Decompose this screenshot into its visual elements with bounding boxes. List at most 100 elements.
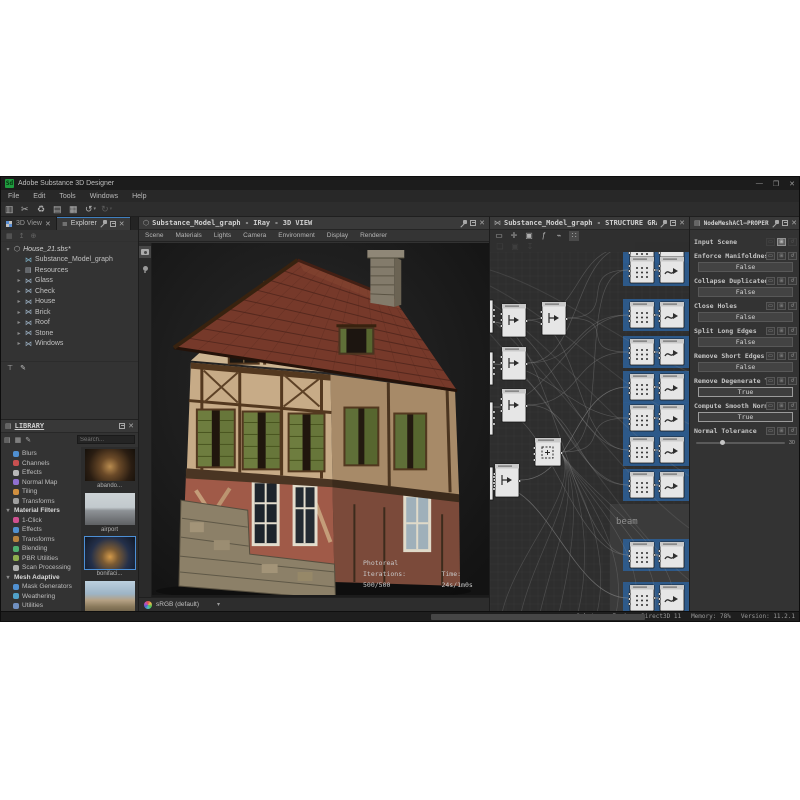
tree-item-house[interactable]: ▸⋈House	[1, 297, 138, 308]
close-icon[interactable]: ✕	[45, 220, 51, 228]
camera-icon[interactable]: ▣	[524, 231, 534, 241]
cut-icon[interactable]: ✂	[21, 203, 32, 215]
3d-menu-lights[interactable]: Lights	[208, 232, 237, 239]
reset-icon[interactable]: ↺	[788, 402, 797, 410]
3d-menu-renderer[interactable]: Renderer	[354, 232, 393, 239]
library-category-utilities[interactable]: Utilities	[1, 601, 80, 611]
library-category-mesh-adaptive[interactable]: ▾Mesh Adaptive	[1, 573, 80, 583]
split-view-icon[interactable]: ▥	[5, 203, 16, 215]
default-value-icon[interactable]: ⊞	[777, 327, 786, 335]
pin-icon[interactable]	[772, 220, 779, 227]
expose-icon[interactable]: ▭	[766, 302, 775, 310]
menu-edit[interactable]: Edit	[26, 193, 52, 200]
reset-icon[interactable]: ↺	[788, 238, 797, 246]
expose-icon[interactable]: ▭	[766, 402, 775, 410]
tree-root[interactable]: ▾⬡House_21.sbs*	[1, 244, 138, 255]
library-category-channels[interactable]: Channels	[1, 459, 80, 469]
slider-knob[interactable]	[720, 440, 725, 445]
pen-icon[interactable]: ✎	[20, 364, 26, 372]
param-slider-normal-tolerance[interactable]: 30	[696, 439, 795, 447]
reset-icon[interactable]: ↺	[788, 252, 797, 260]
graph-node[interactable]	[628, 339, 656, 365]
library-category-material-filters[interactable]: ▾Material Filters	[1, 506, 80, 516]
graph-node[interactable]	[493, 464, 521, 497]
tree-item-windows[interactable]: ▸⋈Windows	[1, 339, 138, 350]
undock-icon[interactable]	[470, 220, 476, 226]
reset-icon[interactable]: ↺	[788, 302, 797, 310]
camera-icon[interactable]	[139, 246, 151, 258]
param-value-button[interactable]: False	[698, 287, 793, 297]
graph-node[interactable]	[533, 438, 563, 466]
library-category-blurs[interactable]: Blurs	[1, 449, 80, 459]
chevron-down-icon[interactable]: ▾	[5, 246, 11, 253]
filter-icon[interactable]: ⊤	[7, 364, 13, 372]
graph-node[interactable]	[658, 542, 684, 568]
param-value-button[interactable]: False	[698, 362, 793, 372]
node-layout-icon[interactable]: ∷	[569, 231, 579, 241]
graph-node[interactable]	[500, 389, 528, 422]
graph-node[interactable]	[628, 257, 656, 283]
library-search-input[interactable]	[77, 435, 135, 444]
redo-icon[interactable]: ↻▾	[101, 203, 112, 215]
library-category-weathering[interactable]: Weathering	[1, 592, 80, 602]
export-icon[interactable]: ♻	[37, 203, 48, 215]
tree-item-roof[interactable]: ▸⋈Roof	[1, 318, 138, 329]
library-category-transforms[interactable]: Transforms	[1, 535, 80, 545]
pin-icon[interactable]	[100, 220, 107, 227]
chevron-right-icon[interactable]: ▸	[16, 288, 22, 295]
graph-node[interactable]	[658, 405, 684, 431]
pin-icon[interactable]	[460, 220, 467, 227]
3d-menu-display[interactable]: Display	[321, 232, 354, 239]
graph-node[interactable]	[628, 374, 656, 400]
chevron-down-icon[interactable]: ▾	[217, 601, 220, 608]
library-category-1-click[interactable]: 1-Click	[1, 516, 80, 526]
graph-node[interactable]	[658, 437, 684, 463]
minimize-button[interactable]: —	[756, 180, 763, 188]
export-package-icon[interactable]: ↥	[19, 232, 25, 240]
graph-node[interactable]	[500, 347, 528, 380]
slider-track[interactable]	[696, 442, 785, 444]
graph-node[interactable]	[658, 374, 684, 400]
view-mode-icon[interactable]: ▦	[15, 436, 22, 444]
reset-icon[interactable]: ↺	[788, 277, 797, 285]
chevron-right-icon[interactable]: ▸	[16, 319, 22, 326]
expose-icon[interactable]: ▭	[766, 377, 775, 385]
default-value-icon[interactable]: ⊞	[777, 402, 786, 410]
expose-icon[interactable]: ▭	[766, 327, 775, 335]
library-category-pbr-utilities[interactable]: PBR Utilities	[1, 554, 80, 564]
tab-explorer[interactable]: ≣ Explorer ✕	[57, 217, 131, 230]
reset-icon[interactable]: ↺	[788, 327, 797, 335]
reset-icon[interactable]: ↺	[788, 427, 797, 435]
library-category-normal-map[interactable]: Normal Map	[1, 478, 80, 488]
expose-icon[interactable]: ▭	[766, 238, 775, 246]
param-value-button[interactable]: False	[698, 262, 793, 272]
library-category-tiling[interactable]: Tiling	[1, 487, 80, 497]
chevron-icon[interactable]: ▾	[5, 507, 11, 514]
tree-item-glass[interactable]: ▸⋈Glass	[1, 276, 138, 287]
chevron-right-icon[interactable]: ▸	[16, 298, 22, 305]
default-value-icon[interactable]: ⊞	[777, 277, 786, 285]
default-value-icon[interactable]: ⊞	[777, 427, 786, 435]
menu-windows[interactable]: Windows	[83, 193, 125, 200]
graph-node[interactable]	[628, 405, 656, 431]
library-category-mask-generators[interactable]: Mask Generators	[1, 582, 80, 592]
tree-item-stone[interactable]: ▸⋈Stone	[1, 328, 138, 339]
chevron-right-icon[interactable]: ▸	[16, 309, 22, 316]
tree-item-brick[interactable]: ▸⋈Brick	[1, 307, 138, 318]
graph-node[interactable]	[658, 472, 684, 498]
pin-node-icon[interactable]: ↧	[525, 242, 535, 252]
hdri-thumbnail-0[interactable]: abando...	[85, 449, 135, 491]
expose-icon[interactable]: ▭	[766, 252, 775, 260]
default-value-icon[interactable]: ⊞	[777, 238, 786, 246]
comment-icon[interactable]: ❏	[495, 242, 505, 252]
3d-menu-materials[interactable]: Materials	[169, 232, 207, 239]
default-value-icon[interactable]: ⊞	[777, 377, 786, 385]
default-value-icon[interactable]: ⊞	[777, 352, 786, 360]
graph-node[interactable]	[500, 304, 528, 337]
new-folder-icon[interactable]: ▤	[4, 436, 11, 444]
maximize-button[interactable]: ❐	[773, 180, 779, 188]
graph-node[interactable]	[658, 302, 684, 328]
undock-icon[interactable]	[782, 220, 788, 226]
3d-menu-environment[interactable]: Environment	[272, 232, 321, 239]
menu-help[interactable]: Help	[125, 193, 153, 200]
